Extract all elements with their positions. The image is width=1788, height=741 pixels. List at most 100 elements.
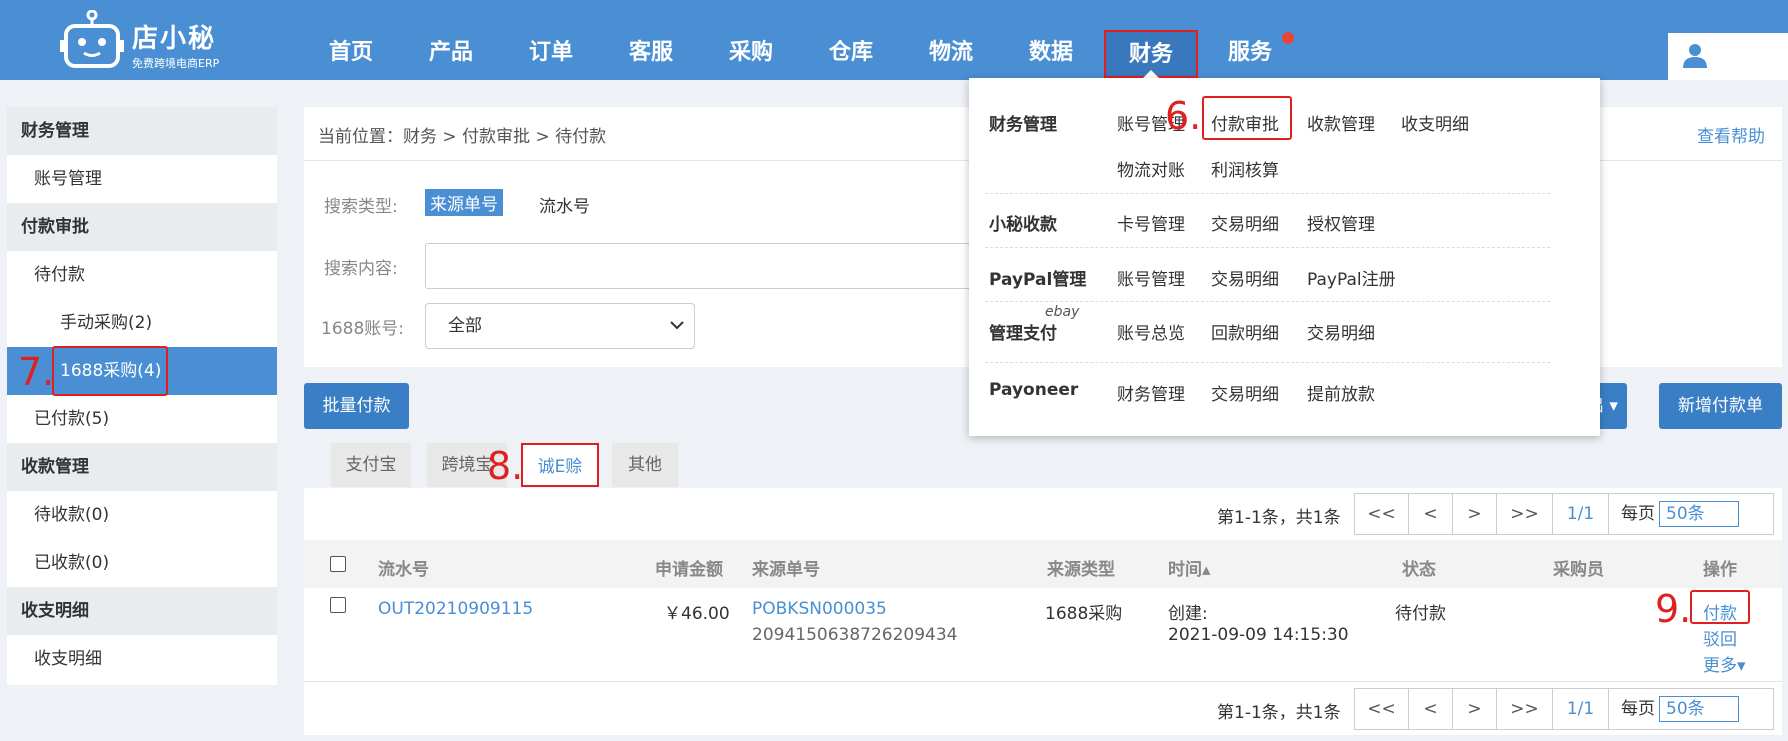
pager-last-button[interactable]: >>	[1497, 494, 1553, 534]
pager-summary-top: 第1-1条，共1条	[1217, 508, 1341, 528]
row-time-label: 创建:	[1168, 604, 1208, 624]
nav-orders[interactable]: 订单	[511, 0, 591, 80]
dropdown-link-account-overview[interactable]: 账号总览	[1117, 319, 1185, 344]
pager-next-button[interactable]: >	[1453, 494, 1497, 534]
dropdown-link-receive-mgmt[interactable]: 收款管理	[1307, 110, 1375, 135]
dropdown-link-logistics-reconcile[interactable]: 物流对账	[1117, 156, 1185, 181]
step-label-9: 9.	[1655, 587, 1692, 631]
top-nav-bar	[0, 0, 1788, 80]
sidebar-item-received[interactable]: 已收款(0)	[7, 539, 277, 587]
dropdown-link-payoneer-finance[interactable]: 财务管理	[1117, 380, 1185, 405]
sidebar-head-flow: 收支明细	[7, 587, 277, 635]
brand-name: 店小秘	[132, 24, 217, 54]
per-page-label: 每页	[1621, 504, 1655, 524]
dropdown-link-payoneer-transactions[interactable]: 交易明细	[1211, 380, 1279, 405]
pager-first-button[interactable]: <<	[1355, 689, 1409, 729]
header-action: 操作	[1703, 560, 1737, 580]
pager-prev-button[interactable]: <	[1409, 689, 1453, 729]
pager-summary-bottom: 第1-1条，共1条	[1217, 703, 1341, 723]
new-payment-button[interactable]: 新增付款单	[1659, 383, 1782, 429]
dropdown-link-paypal-transactions[interactable]: 交易明细	[1211, 265, 1279, 290]
account-select[interactable]: 全部	[425, 303, 695, 349]
search-type-label: 搜索类型:	[324, 197, 398, 217]
batch-pay-button[interactable]: 批量付款	[304, 383, 409, 429]
sidebar-item-manual[interactable]: 手动采购(2)	[7, 299, 277, 347]
search-input[interactable]	[425, 243, 985, 289]
row-pay-link[interactable]: 付款	[1703, 599, 1737, 624]
sidebar-item-account-mgmt[interactable]: 账号管理	[7, 155, 277, 203]
dropdown-link-paypal-accounts[interactable]: 账号管理	[1117, 265, 1185, 290]
dropdown-section-manage-pay: 管理支付	[989, 324, 1057, 344]
pager-next-button[interactable]: >	[1453, 689, 1497, 729]
pager-page-indicator: 1/1	[1553, 689, 1609, 729]
user-icon	[1683, 44, 1707, 68]
dropdown-link-paypal-register[interactable]: PayPal注册	[1307, 265, 1396, 290]
dropdown-link-payout-detail[interactable]: 回款明细	[1211, 319, 1279, 344]
sidebar-item-pending-receive[interactable]: 待收款(0)	[7, 491, 277, 539]
account-select-value: 全部	[448, 316, 482, 336]
header-status: 状态	[1402, 560, 1436, 580]
tab-chengeshe[interactable]: 诚E赊	[521, 443, 599, 487]
header-serial: 流水号	[378, 560, 429, 580]
tab-other[interactable]: 其他	[612, 443, 678, 487]
search-type-source-no[interactable]: 来源单号	[425, 189, 503, 216]
nav-service[interactable]: 服务	[1210, 0, 1290, 80]
dropdown-link-ebay-transactions[interactable]: 交易明细	[1307, 319, 1375, 344]
row-checkbox[interactable]	[330, 597, 346, 613]
dropdown-link-flow-detail[interactable]: 收支明细	[1401, 110, 1469, 135]
per-page-select[interactable]: 50条	[1659, 501, 1739, 527]
highlight-box-7	[52, 346, 168, 396]
search-type-serial[interactable]: 流水号	[539, 192, 590, 217]
dropdown-section-paypal: PayPal管理	[989, 270, 1087, 290]
nav-logistics[interactable]: 物流	[911, 0, 991, 80]
dropdown-link-card-mgmt[interactable]: 卡号管理	[1117, 210, 1185, 235]
sidebar-item-pending[interactable]: 待付款	[7, 251, 277, 299]
header-source-no: 来源单号	[752, 560, 820, 580]
ebay-badge: ebay	[1045, 304, 1080, 320]
per-page-select[interactable]: 50条	[1659, 696, 1739, 722]
select-all-checkbox[interactable]	[330, 556, 346, 572]
header-time[interactable]: 时间▴	[1168, 555, 1211, 580]
pager-bottom: << < > >> 1/1 每页 50条	[1354, 688, 1774, 730]
pager-first-button[interactable]: <<	[1355, 494, 1409, 534]
nav-customer-service[interactable]: 客服	[611, 0, 691, 80]
robot-logo-icon[interactable]	[60, 9, 124, 70]
dropdown-link-profit-calc[interactable]: 利润核算	[1211, 156, 1279, 181]
row-more-link[interactable]: 更多▾	[1703, 651, 1746, 676]
dropdown-divider	[985, 247, 1550, 248]
nav-products[interactable]: 产品	[411, 0, 491, 80]
row-time-value: 2021-09-09 14:15:30	[1168, 625, 1349, 645]
step-label-7: 7.	[18, 350, 55, 394]
dropdown-link-payment-approval[interactable]: 付款审批	[1211, 110, 1279, 135]
pager-per-page: 每页 50条	[1609, 494, 1773, 534]
user-menu[interactable]	[1668, 33, 1788, 80]
row-source-no-link[interactable]: POBKSN000035	[752, 599, 887, 619]
search-content-label: 搜索内容:	[324, 259, 398, 279]
nav-purchase[interactable]: 采购	[711, 0, 791, 80]
dropdown-divider	[985, 301, 1550, 302]
nav-data[interactable]: 数据	[1011, 0, 1091, 80]
dropdown-link-early-release[interactable]: 提前放款	[1307, 380, 1375, 405]
divider	[304, 681, 1782, 682]
account-label: 1688账号:	[321, 319, 404, 339]
nav-finance-caret-icon	[1143, 70, 1159, 78]
pager-page-indicator: 1/1	[1553, 494, 1609, 534]
dropdown-link-transactions[interactable]: 交易明细	[1211, 210, 1279, 235]
dropdown-link-auth-mgmt[interactable]: 授权管理	[1307, 210, 1375, 235]
tab-alipay[interactable]: 支付宝	[331, 443, 411, 487]
nav-warehouse[interactable]: 仓库	[811, 0, 891, 80]
sidebar-item-flow[interactable]: 收支明细	[7, 635, 277, 683]
pager-prev-button[interactable]: <	[1409, 494, 1453, 534]
step-label-6: 6.	[1165, 94, 1202, 138]
pager-top: << < > >> 1/1 每页 50条	[1354, 493, 1774, 535]
per-page-label: 每页	[1621, 699, 1655, 719]
dropdown-section-payoneer: Payoneer	[989, 380, 1079, 400]
sidebar-item-paid[interactable]: 已付款(5)	[7, 395, 277, 443]
chevron-down-icon	[670, 321, 684, 330]
help-link[interactable]: 查看帮助	[1697, 122, 1765, 147]
row-serial-link[interactable]: OUT20210909115	[378, 599, 533, 619]
row-reject-link[interactable]: 驳回	[1703, 625, 1737, 650]
pager-last-button[interactable]: >>	[1497, 689, 1553, 729]
nav-home[interactable]: 首页	[311, 0, 391, 80]
row-status: 待付款	[1395, 604, 1446, 624]
